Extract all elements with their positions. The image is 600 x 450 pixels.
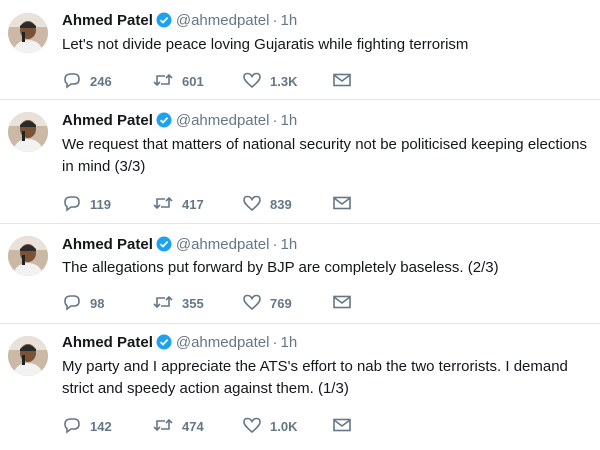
separator-dot: ·: [272, 12, 278, 29]
retweet-button[interactable]: 417: [152, 193, 204, 213]
verified-badge-icon: [156, 236, 172, 259]
direct-message-button[interactable]: [332, 70, 352, 90]
reply-icon: [64, 295, 80, 311]
avatar[interactable]: [8, 13, 48, 53]
author-handle[interactable]: @ahmedpatel: [176, 112, 270, 129]
like-count: 839: [270, 197, 292, 212]
direct-message-button[interactable]: [332, 193, 352, 213]
like-button[interactable]: 769: [242, 292, 292, 312]
tweet-text: My party and I appreciate the ATS's effo…: [62, 358, 568, 397]
reply-count: 98: [90, 296, 105, 311]
retweet-button[interactable]: 474: [152, 415, 204, 435]
retweet-icon: [153, 418, 173, 432]
tweet[interactable]: Ahmed Patel @ahmedpatel · 1h The allegation…: [0, 224, 600, 324]
author-name[interactable]: Ahmed Patel: [62, 334, 153, 351]
reply-button[interactable]: 246: [62, 70, 112, 90]
tweet-timestamp[interactable]: 1h: [280, 12, 297, 29]
reply-button[interactable]: 119: [62, 193, 111, 213]
avatar[interactable]: [8, 336, 48, 376]
tweet-text: Let's not divide peace loving Gujaratis …: [62, 36, 469, 53]
direct-message-icon: [333, 418, 351, 432]
retweet-icon: [153, 196, 173, 210]
author-name[interactable]: Ahmed Patel: [62, 236, 153, 253]
reply-count: 142: [90, 419, 112, 434]
tweet[interactable]: Ahmed Patel @ahmedpatel · 1h We request tha…: [0, 100, 600, 224]
author-name[interactable]: Ahmed Patel: [62, 112, 153, 129]
reply-icon: [64, 196, 80, 212]
tweet-timestamp[interactable]: 1h: [280, 334, 297, 351]
direct-message-icon: [333, 295, 351, 309]
avatar[interactable]: [8, 236, 48, 276]
separator-dot: ·: [272, 334, 278, 351]
verified-badge-icon: [156, 12, 172, 35]
reply-icon: [64, 73, 80, 89]
like-button[interactable]: 839: [242, 193, 292, 213]
direct-message-icon: [333, 73, 351, 87]
direct-message-icon: [333, 196, 351, 210]
verified-badge-icon: [156, 112, 172, 135]
retweet-button[interactable]: 601: [152, 70, 204, 90]
heart-icon: [243, 72, 261, 89]
direct-message-button[interactable]: [332, 415, 352, 435]
direct-message-button[interactable]: [332, 292, 352, 312]
author-handle[interactable]: @ahmedpatel: [176, 236, 270, 253]
tweet-text: We request that matters of national secu…: [62, 136, 588, 175]
author-handle[interactable]: @ahmedpatel: [176, 334, 270, 351]
tweet-text: The allegations put forward by BJP are c…: [62, 259, 499, 276]
separator-dot: ·: [272, 236, 278, 253]
retweet-icon: [153, 73, 173, 87]
retweet-count: 417: [182, 197, 204, 212]
reply-button[interactable]: 98: [62, 292, 104, 312]
heart-icon: [243, 195, 261, 212]
tweet-timestamp[interactable]: 1h: [280, 236, 297, 253]
author-name[interactable]: Ahmed Patel: [62, 12, 153, 29]
tweet-timestamp[interactable]: 1h: [280, 112, 297, 129]
tweet-feed: Ahmed Patel @ahmedpatel · 1h Let's not divi…: [0, 0, 600, 450]
like-count: 1.0K: [270, 419, 298, 434]
retweet-icon: [153, 295, 173, 309]
like-count: 769: [270, 296, 292, 311]
tweet[interactable]: Ahmed Patel @ahmedpatel · 1h My party and I…: [0, 324, 600, 450]
retweet-count: 355: [182, 296, 204, 311]
heart-icon: [243, 417, 261, 434]
reply-count: 119: [90, 197, 111, 212]
reply-icon: [64, 418, 80, 434]
heart-icon: [243, 294, 261, 311]
like-button[interactable]: 1.0K: [242, 415, 297, 435]
reply-count: 246: [90, 74, 112, 89]
author-handle[interactable]: @ahmedpatel: [176, 12, 270, 29]
retweet-count: 601: [182, 74, 204, 89]
like-button[interactable]: 1.3K: [242, 70, 297, 90]
retweet-count: 474: [182, 419, 204, 434]
avatar[interactable]: [8, 112, 48, 152]
separator-dot: ·: [272, 112, 278, 129]
reply-button[interactable]: 142: [62, 415, 112, 435]
tweet[interactable]: Ahmed Patel @ahmedpatel · 1h Let's not divi…: [0, 0, 600, 100]
like-count: 1.3K: [270, 74, 298, 89]
retweet-button[interactable]: 355: [152, 292, 204, 312]
verified-badge-icon: [156, 334, 172, 357]
